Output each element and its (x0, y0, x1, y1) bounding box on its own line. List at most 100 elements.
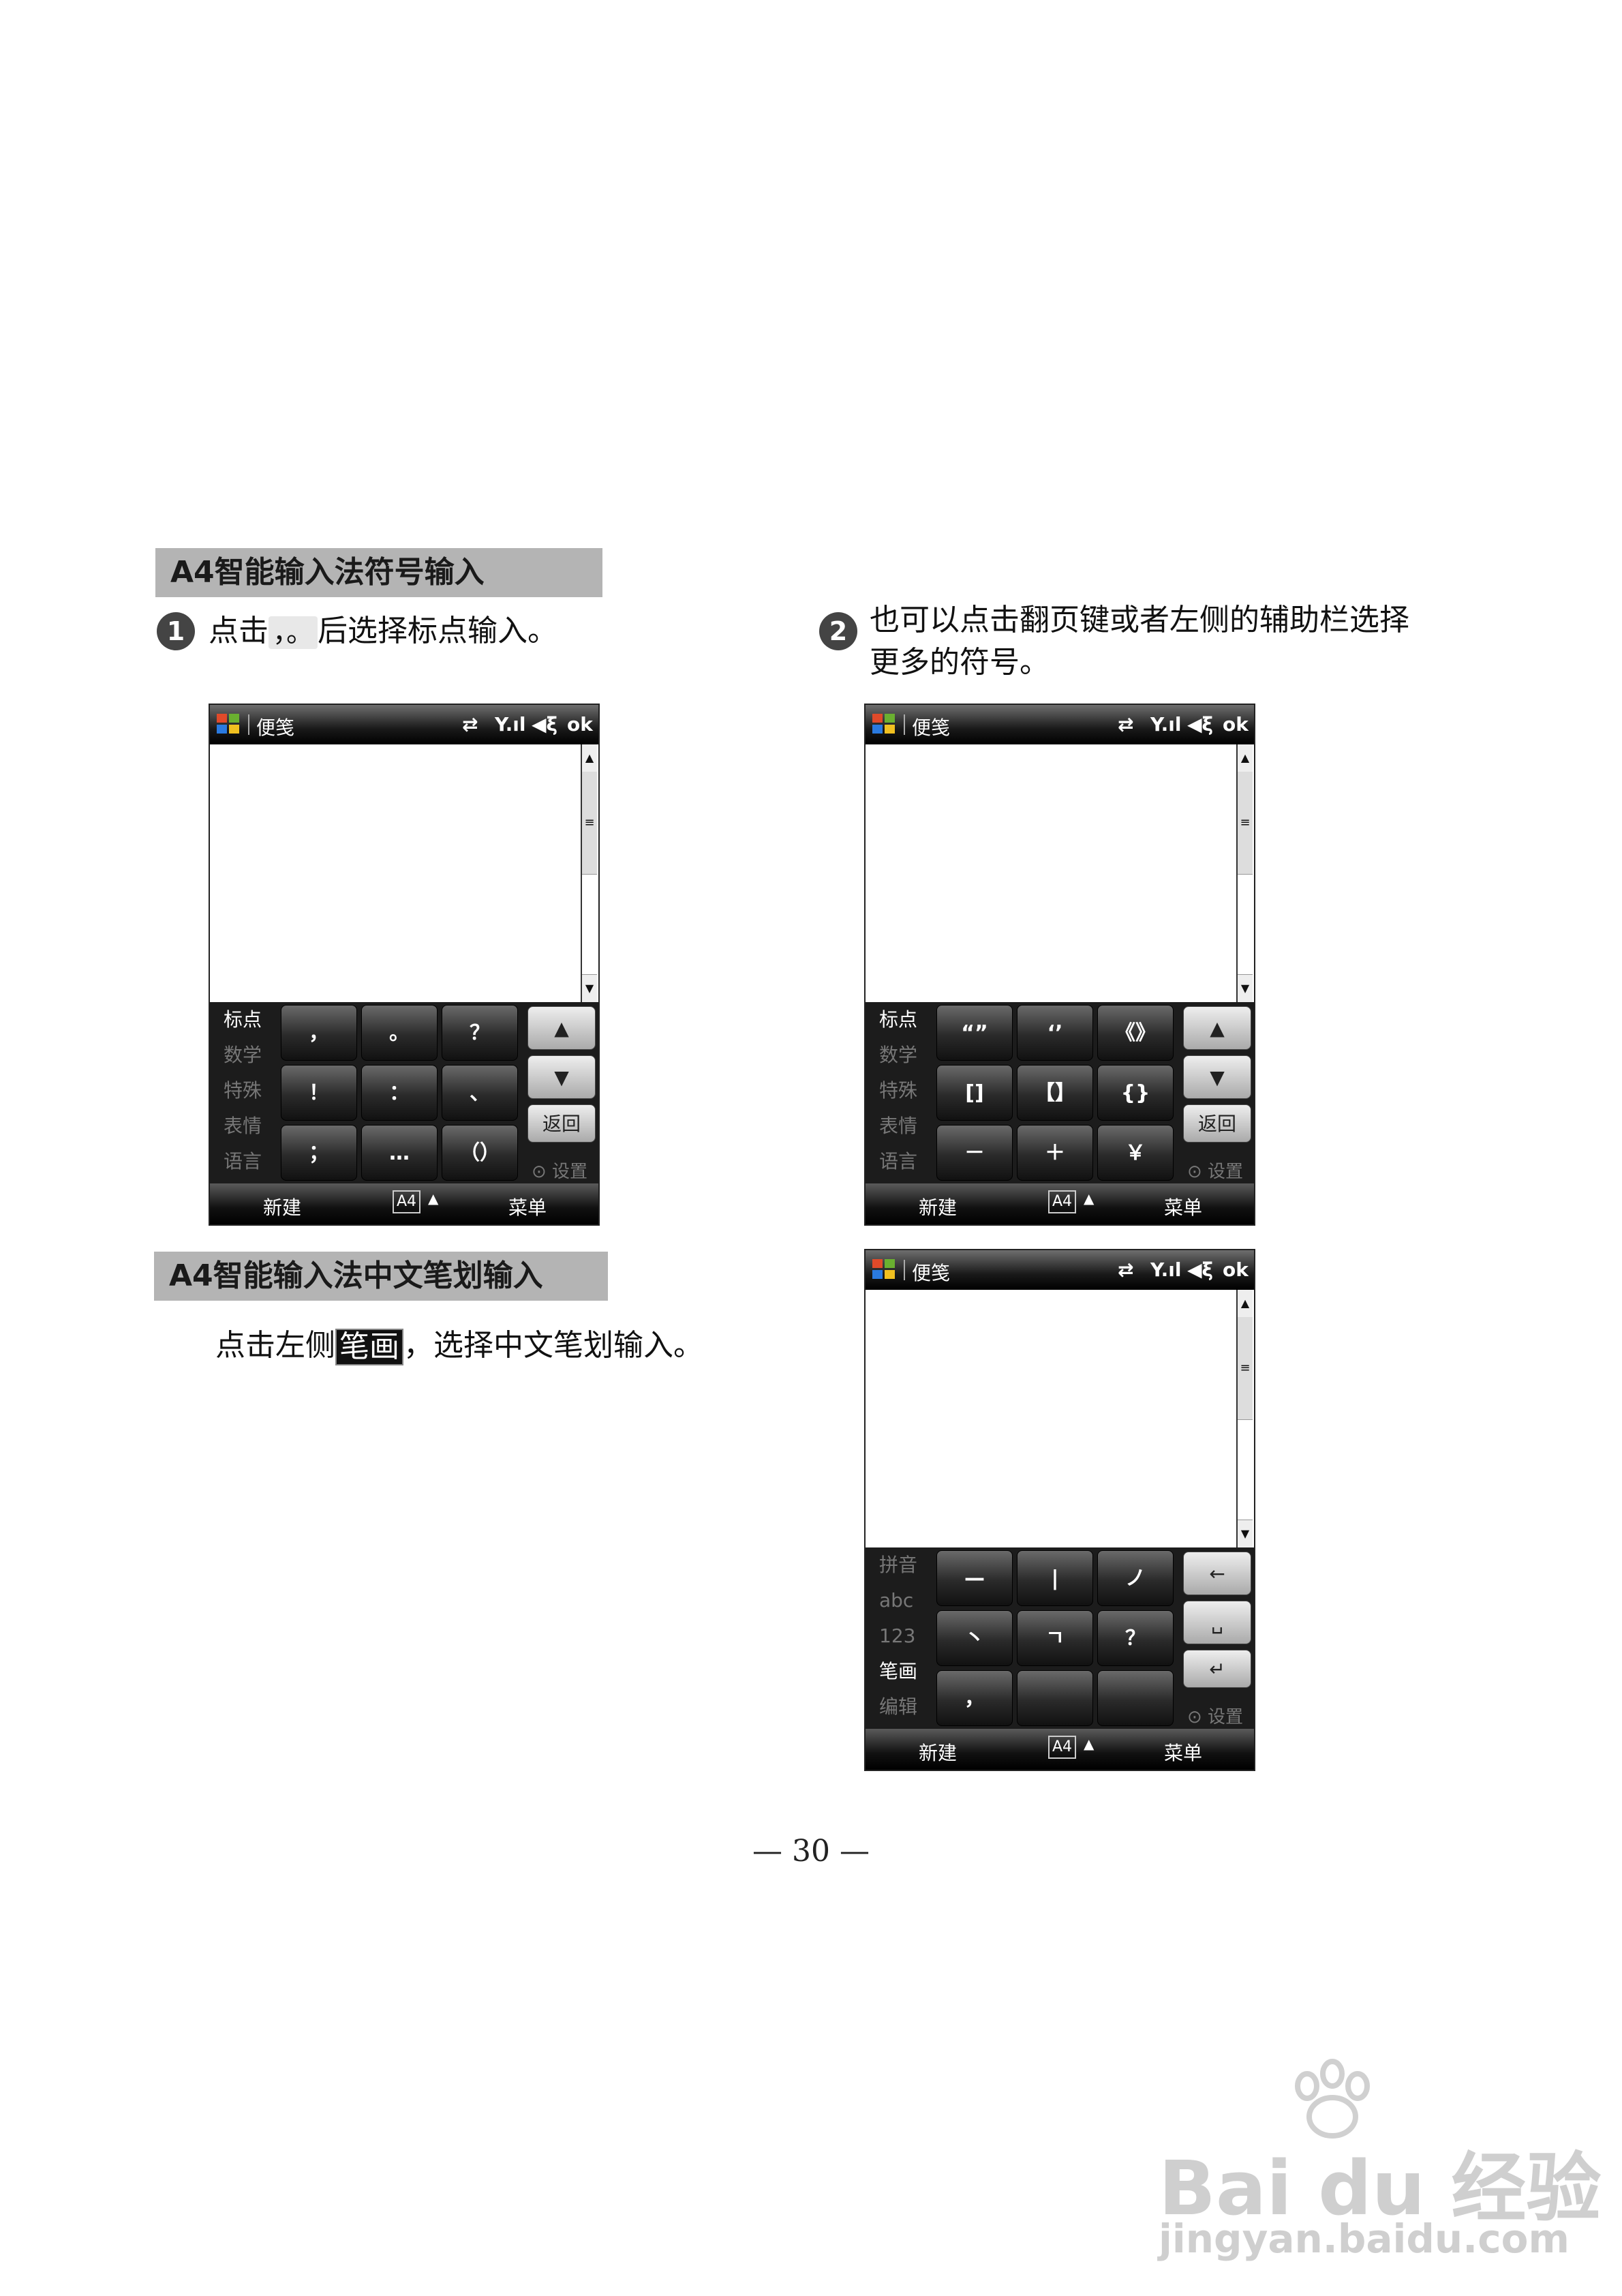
comma-period-key: ，。 (269, 616, 318, 649)
symbol-key[interactable]: 【】 (1017, 1065, 1093, 1121)
symbol-key[interactable]: ‘’ (1017, 1005, 1093, 1061)
ime-menu-arrow-icon[interactable]: ▲ (428, 1190, 438, 1207)
volume-icon[interactable]: ◀ξ (532, 713, 557, 736)
enter-button[interactable]: ↵ (1183, 1650, 1251, 1688)
stroke-key[interactable] (1017, 1670, 1093, 1726)
stroke-key[interactable]: ㄱ (1017, 1610, 1093, 1666)
scroll-up-icon[interactable]: ▲ (1238, 744, 1253, 772)
settings-link[interactable]: ⊙ 设置 (532, 1158, 587, 1183)
scroll-up-icon[interactable]: ▲ (582, 744, 597, 772)
a4-ime-icon[interactable]: A4 (1048, 1736, 1077, 1759)
ok-button[interactable]: ok (567, 713, 593, 736)
vertical-scrollbar[interactable]: ▲ ≡ ▼ (1236, 744, 1254, 1002)
windows-start-icon[interactable] (871, 1256, 897, 1282)
settings-link[interactable]: ⊙ 设置 (1187, 1158, 1243, 1183)
sidebar-item-edit[interactable]: 编辑 (866, 1689, 934, 1725)
sidebar-item-math[interactable]: 数学 (866, 1038, 934, 1073)
symbol-key[interactable]: ： (361, 1065, 438, 1121)
menu-softkey[interactable]: 菜单 (1164, 1193, 1202, 1220)
sidebar-item-punctuation[interactable]: 标点 (866, 1002, 934, 1038)
sidebar-item-special[interactable]: 特殊 (866, 1073, 934, 1108)
sidebar-item-math[interactable]: 数学 (210, 1038, 278, 1073)
symbol-key[interactable]: [] (936, 1065, 1013, 1121)
stroke-key[interactable] (1097, 1670, 1174, 1726)
symbol-key[interactable]: ？ (442, 1005, 518, 1061)
app-title: 便笺 (247, 713, 294, 740)
scroll-thumb[interactable]: ≡ (1238, 1317, 1253, 1420)
title-bar: 便笺 ⇄ Y.ıl ◀ξ ok (210, 705, 598, 744)
sidebar-item-emoticon[interactable]: 表情 (866, 1108, 934, 1144)
softkey-bar: 新建 A4 ▲ 菜单 (866, 1729, 1254, 1770)
stroke-key[interactable]: ノ (1097, 1550, 1174, 1606)
sidebar-item-punctuation[interactable]: 标点 (210, 1002, 278, 1038)
sidebar-item-pinyin[interactable]: 拼音 (866, 1547, 934, 1583)
new-softkey[interactable]: 新建 (263, 1193, 301, 1220)
vertical-scrollbar[interactable]: ▲ ≡ ▼ (581, 744, 598, 1002)
step-number-2: 2 (819, 612, 857, 650)
vertical-scrollbar[interactable]: ▲ ≡ ▼ (1236, 1290, 1254, 1547)
symbol-key[interactable]: ； (281, 1125, 357, 1181)
title-bar: 便笺 ⇄ Y.ıl ◀ξ ok (866, 1250, 1254, 1290)
sidebar-item-language[interactable]: 语言 (210, 1144, 278, 1179)
symbol-key[interactable]: ＋ (1017, 1125, 1093, 1181)
symbol-key[interactable]: 、 (442, 1065, 518, 1121)
menu-softkey[interactable]: 菜单 (1164, 1738, 1202, 1766)
a4-ime-icon[interactable]: A4 (393, 1190, 421, 1213)
backspace-button[interactable]: ← (1183, 1552, 1251, 1595)
stroke-post: ，选择中文笔划输入。 (403, 1328, 703, 1363)
ime-menu-arrow-icon[interactable]: ▲ (1084, 1736, 1094, 1752)
stroke-key: 笔画 (335, 1329, 403, 1365)
volume-icon[interactable]: ◀ξ (1187, 713, 1213, 736)
sidebar-item-emoticon[interactable]: 表情 (210, 1108, 278, 1144)
scroll-thumb[interactable]: ≡ (582, 772, 597, 875)
symbol-key[interactable]: … (361, 1125, 438, 1181)
windows-start-icon[interactable] (215, 711, 241, 737)
signal-icon: Y.ıl (1150, 713, 1182, 736)
symbol-key[interactable]: － (936, 1125, 1013, 1181)
scroll-down-icon[interactable]: ▼ (1238, 974, 1253, 1002)
page-up-button[interactable]: ▲ (1183, 1006, 1251, 1050)
phone-screen-punctuation: 便笺 ⇄ Y.ıl ◀ξ ok ▲ ≡ ▼ 标点 数学 特殊 表情 语言 ， 。… (209, 704, 600, 1226)
new-softkey[interactable]: 新建 (919, 1738, 957, 1766)
a4-ime-icon[interactable]: A4 (1048, 1190, 1077, 1213)
stroke-key[interactable]: 丶 (936, 1610, 1013, 1666)
step-number-1: 1 (157, 612, 195, 650)
sidebar-item-stroke[interactable]: 笔画 (866, 1654, 934, 1689)
scroll-up-icon[interactable]: ▲ (1238, 1290, 1253, 1318)
symbol-key[interactable]: ， (281, 1005, 357, 1061)
ok-button[interactable]: ok (1223, 1258, 1249, 1281)
sidebar-item-abc[interactable]: abc (866, 1583, 934, 1618)
windows-start-icon[interactable] (871, 711, 897, 737)
volume-icon[interactable]: ◀ξ (1187, 1258, 1213, 1281)
symbol-key[interactable]: ！ (281, 1065, 357, 1121)
sidebar-item-123[interactable]: 123 (866, 1618, 934, 1654)
app-title: 便笺 (903, 713, 950, 740)
settings-link[interactable]: ⊙ 设置 (1187, 1703, 1243, 1728)
page-down-button[interactable]: ▼ (527, 1055, 596, 1099)
scroll-down-icon[interactable]: ▼ (1238, 1520, 1253, 1547)
symbol-key[interactable]: ￥ (1097, 1125, 1174, 1181)
symbol-key[interactable]: 。 (361, 1005, 438, 1061)
sidebar-item-special[interactable]: 特殊 (210, 1073, 278, 1108)
stroke-key[interactable]: ？ (1097, 1610, 1174, 1666)
return-button[interactable]: 返回 (527, 1104, 596, 1143)
new-softkey[interactable]: 新建 (919, 1193, 957, 1220)
step1-pre: 点击 (209, 614, 269, 648)
symbol-key[interactable]: {} (1097, 1065, 1174, 1121)
stroke-key[interactable]: | (1017, 1550, 1093, 1606)
symbol-key[interactable]: 《》 (1097, 1005, 1174, 1061)
space-button[interactable]: ␣ (1183, 1601, 1251, 1644)
scroll-down-icon[interactable]: ▼ (582, 974, 597, 1002)
ime-menu-arrow-icon[interactable]: ▲ (1084, 1190, 1094, 1207)
page-up-button[interactable]: ▲ (527, 1006, 596, 1050)
symbol-key[interactable]: （） (442, 1125, 518, 1181)
stroke-key[interactable]: ， (936, 1670, 1013, 1726)
ok-button[interactable]: ok (1223, 713, 1249, 736)
stroke-key[interactable]: — (936, 1550, 1013, 1606)
symbol-key[interactable]: “” (936, 1005, 1013, 1061)
page-down-button[interactable]: ▼ (1183, 1055, 1251, 1099)
return-button[interactable]: 返回 (1183, 1104, 1251, 1143)
menu-softkey[interactable]: 菜单 (508, 1193, 547, 1220)
scroll-thumb[interactable]: ≡ (1238, 772, 1253, 875)
sidebar-item-language[interactable]: 语言 (866, 1144, 934, 1179)
